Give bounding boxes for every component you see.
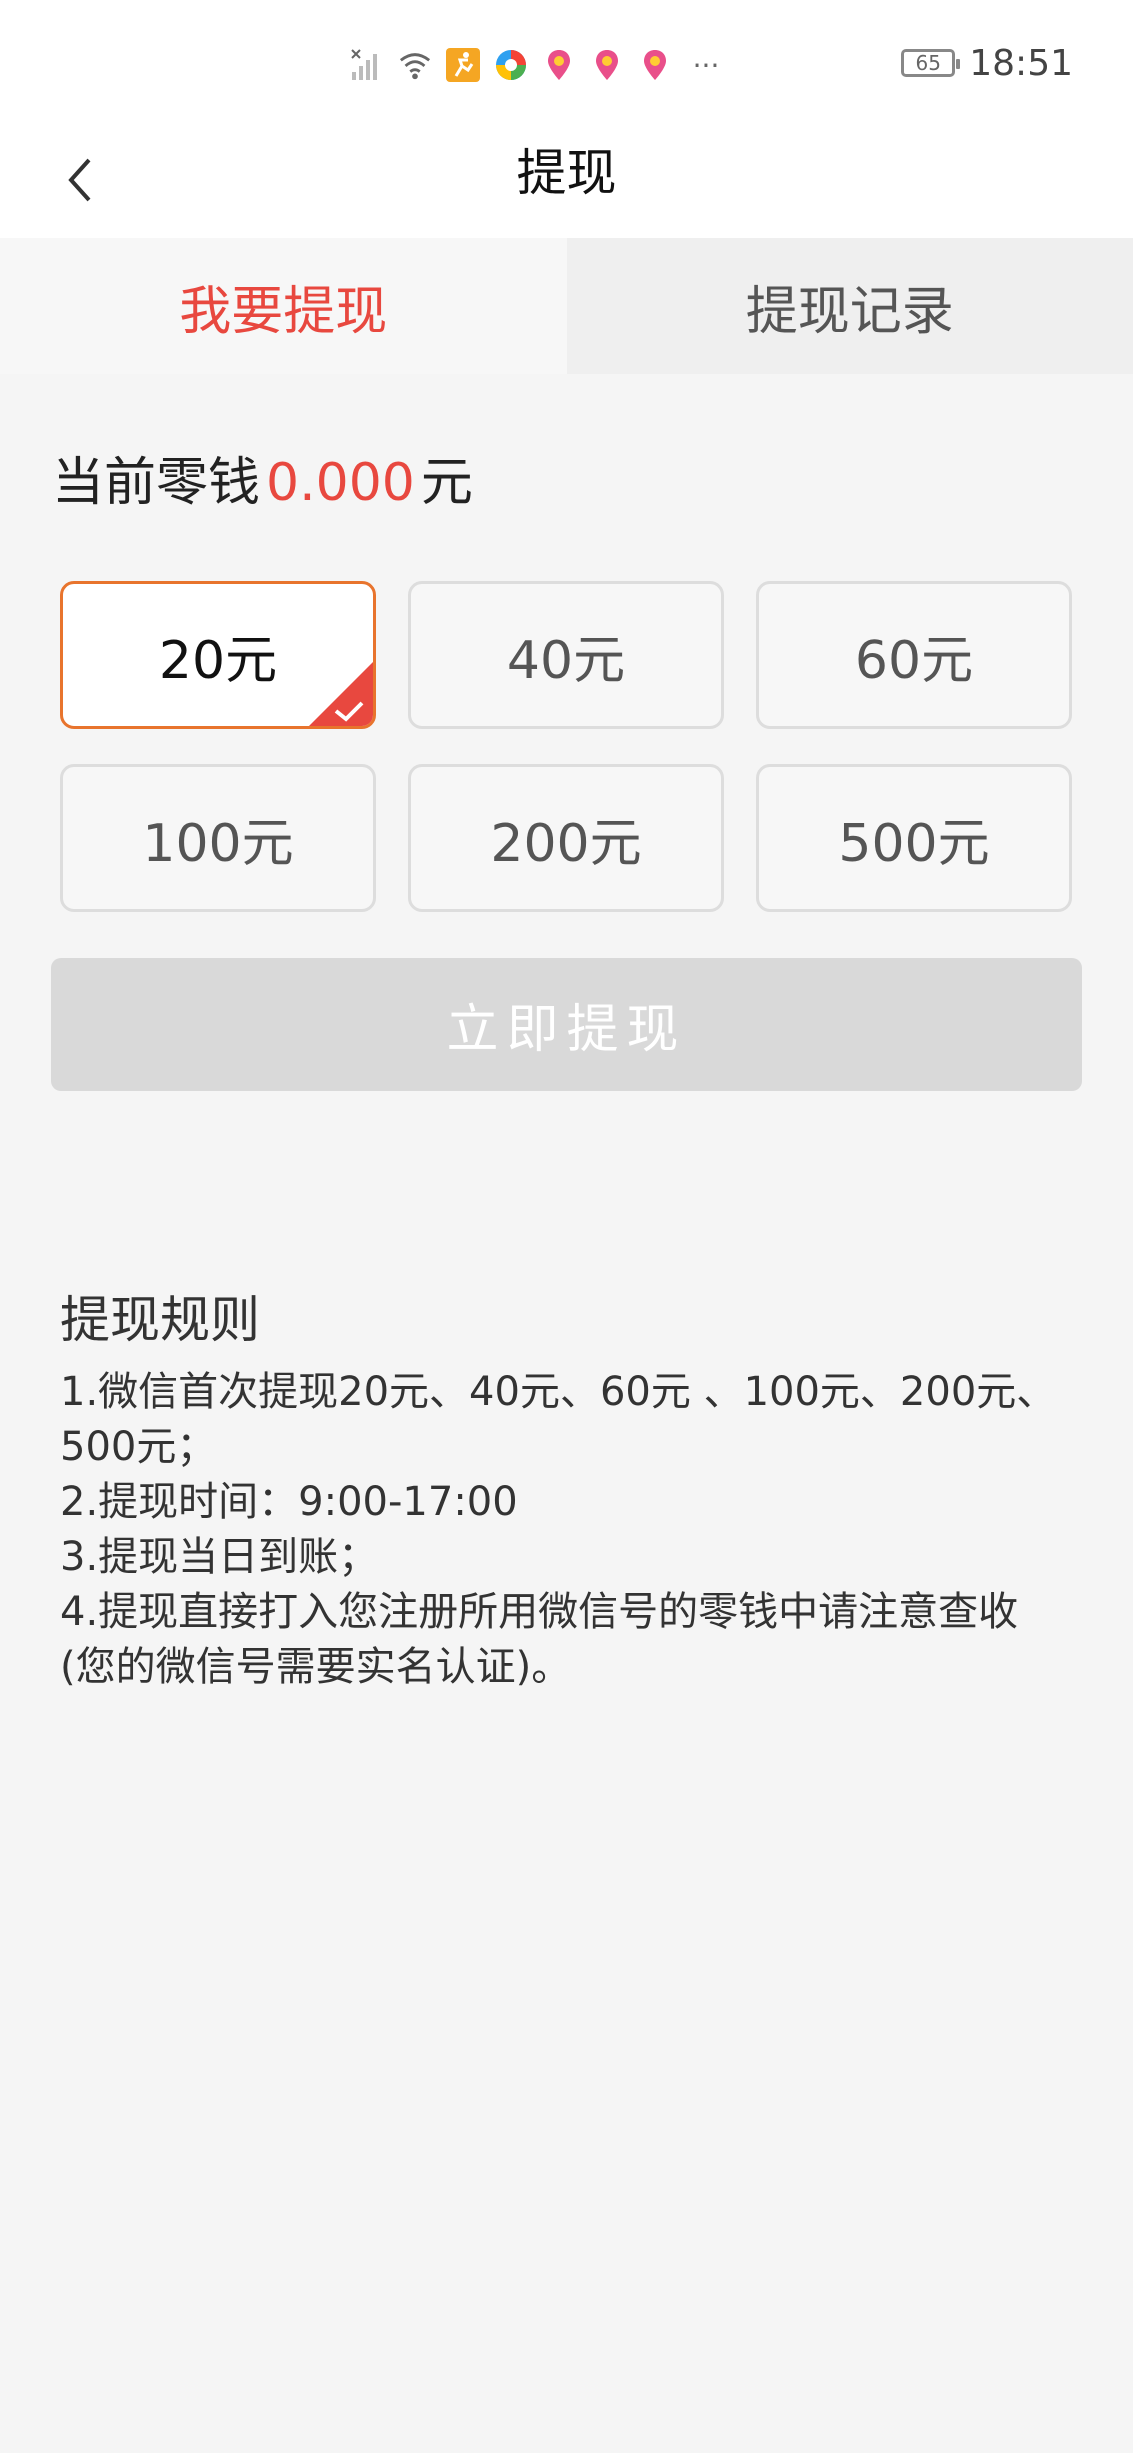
wifi-icon [398, 48, 432, 82]
amount-options: 20元 40元 60元 100元 200元 500元 [60, 581, 1072, 912]
rule-item: 1.微信首次提现20元、40元、60元 、100元、200元、500元； [60, 1369, 1057, 1470]
balance-label: 当前零钱 [52, 453, 261, 513]
amount-option-40[interactable]: 40元 [408, 581, 724, 729]
balance-row: 当前零钱 0.000 元 [52, 440, 473, 515]
rule-item: 2.提现时间：9:00-17:00 [60, 1479, 518, 1525]
map-pin-app-icon [542, 48, 576, 82]
status-bar: ··· 65 18:51 [0, 0, 1133, 128]
check-icon [309, 662, 373, 726]
amount-option-label: 500元 [838, 813, 990, 874]
balance-unit: 元 [420, 453, 473, 513]
battery-icon: 65 [901, 49, 961, 77]
more-notifications-icon: ··· [692, 48, 720, 82]
rule-item: 3.提现当日到账； [60, 1534, 379, 1580]
amount-option-label: 20元 [158, 630, 278, 691]
amount-option-label: 60元 [854, 630, 974, 691]
rules-list: 1.微信首次提现20元、40元、60元 、100元、200元、500元； 2.提… [60, 1365, 1070, 1695]
running-app-icon [446, 48, 480, 82]
tab-withdraw[interactable]: 我要提现 [0, 238, 567, 374]
amount-option-label: 200元 [490, 813, 642, 874]
tab-bar: 我要提现 提现记录 [0, 238, 1133, 374]
balance-amount: 0.000 [266, 453, 415, 513]
map-pin-app-icon [638, 48, 672, 82]
rule-item: 4.提现直接打入您注册所用微信号的零钱中请注意查收(您的微信号需要实名认证)。 [60, 1589, 1019, 1690]
clock: 18:51 [969, 42, 1073, 84]
amount-option-200[interactable]: 200元 [408, 764, 724, 912]
amount-option-100[interactable]: 100元 [60, 764, 376, 912]
withdraw-now-button[interactable]: 立即提现 [51, 958, 1082, 1091]
status-icons: ··· [350, 40, 726, 90]
page-title: 提现 [516, 144, 617, 202]
nav-header: 提现 [0, 128, 1133, 238]
amount-option-label: 40元 [506, 630, 626, 691]
signal-off-icon [350, 48, 384, 82]
map-pin-app-icon [590, 48, 624, 82]
colorful-app-icon [494, 48, 528, 82]
amount-option-500[interactable]: 500元 [756, 764, 1072, 912]
tab-withdraw-records[interactable]: 提现记录 [566, 238, 1133, 374]
amount-option-label: 100元 [142, 813, 294, 874]
status-right: 65 18:51 [901, 38, 1073, 88]
amount-option-20[interactable]: 20元 [60, 581, 376, 729]
amount-option-60[interactable]: 60元 [756, 581, 1072, 729]
rules-title: 提现规则 [60, 1291, 260, 1349]
